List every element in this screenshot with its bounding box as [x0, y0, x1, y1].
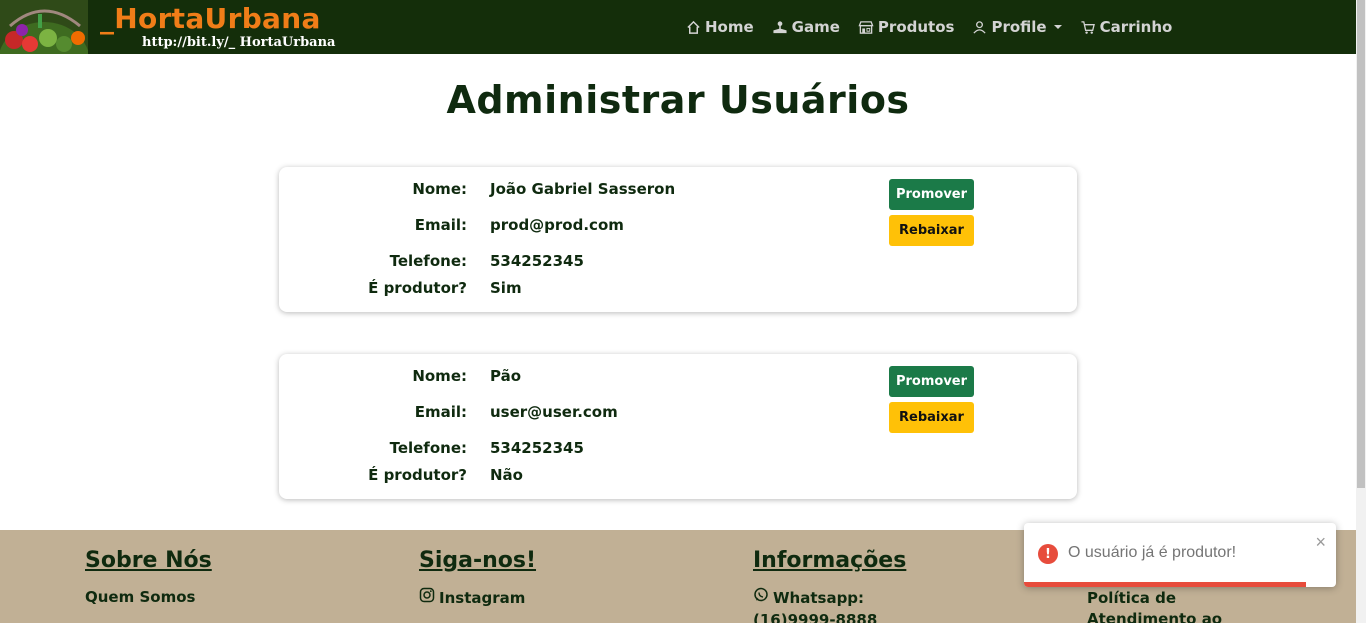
- email-row: Email: user@user.com: [279, 403, 879, 425]
- chevron-down-icon: [1053, 25, 1062, 29]
- home-icon: [686, 20, 701, 35]
- shop-icon: [858, 20, 874, 35]
- nav-item-label: Carrinho: [1099, 18, 1173, 36]
- page-title: Administrar Usuários: [446, 78, 910, 122]
- nav-item-profile[interactable]: Profile: [972, 18, 1062, 36]
- user-card: Nome: Pão Email: user@user.com Telefone:…: [279, 354, 1077, 499]
- phone-row: Telefone: 534252345: [279, 252, 879, 274]
- producer-value: Sim: [490, 279, 522, 297]
- email-label: Email:: [414, 216, 467, 234]
- email-label: Email:: [414, 403, 467, 421]
- error-icon: !: [1038, 544, 1058, 564]
- nav-item-label: Game: [791, 18, 840, 36]
- nav-item-home[interactable]: Home: [686, 18, 754, 36]
- phone-label: Telefone:: [389, 252, 467, 270]
- promote-button[interactable]: Promover: [889, 366, 974, 397]
- footer-policy-line: Política de: [1087, 589, 1177, 607]
- name-label: Nome:: [412, 180, 467, 198]
- logo-url: http://bit.ly/_ HortaUrbana: [142, 35, 336, 50]
- close-icon[interactable]: ×: [1315, 533, 1326, 551]
- producer-label: É produtor?: [368, 466, 467, 484]
- phone-label: Telefone:: [389, 439, 467, 457]
- footer-link-label: Instagram: [439, 588, 526, 607]
- footer-follow-heading: Siga-nos!: [419, 548, 537, 573]
- toast-message: O usuário já é produtor!: [1068, 544, 1237, 561]
- footer-phone: (16)9999-8888: [753, 611, 878, 623]
- instagram-icon: [419, 587, 435, 608]
- footer-about-heading: Sobre Nós: [85, 548, 212, 573]
- footer-policy-line: Atendimento ao: [1087, 610, 1223, 623]
- user-card: Nome: João Gabriel Sasseron Email: prod@…: [279, 167, 1077, 312]
- nav-item-produtos[interactable]: Produtos: [858, 18, 955, 36]
- name-value: Pão: [490, 367, 522, 385]
- logo-vegetables-image[interactable]: [0, 0, 88, 54]
- email-value: prod@prod.com: [490, 216, 624, 234]
- footer-info-column: Informações Whatsapp: (16)9999-8888: [753, 548, 906, 623]
- footer-link-whatsapp[interactable]: Whatsapp:: [753, 587, 906, 608]
- person-icon: [972, 20, 987, 35]
- nav-item-label: Profile: [991, 18, 1047, 36]
- nav-item-game[interactable]: Game: [772, 18, 840, 36]
- footer-about-column: Sobre Nós Quem Somos: [85, 548, 212, 607]
- name-value: João Gabriel Sasseron: [490, 180, 676, 198]
- footer-follow-column: Siga-nos! Instagram: [419, 548, 536, 608]
- joystick-icon: [772, 20, 788, 35]
- email-value: user@user.com: [490, 403, 618, 421]
- logo-title[interactable]: _HortaUrbana: [100, 3, 321, 35]
- footer-link-quem-somos[interactable]: Quem Somos: [85, 587, 212, 607]
- footer-link-label: Quem Somos: [85, 588, 196, 606]
- demote-button[interactable]: Rebaixar: [889, 215, 974, 246]
- nav-item-label: Produtos: [877, 18, 955, 36]
- name-row: Nome: Pão: [279, 367, 879, 389]
- producer-label: É produtor?: [368, 279, 467, 297]
- footer-link-instagram[interactable]: Instagram: [419, 587, 536, 608]
- toast-progress-bar: [1024, 582, 1306, 587]
- name-label: Nome:: [412, 367, 467, 385]
- whatsapp-icon: [753, 587, 769, 608]
- footer-info-heading: Informações: [753, 548, 907, 573]
- scrollbar-thumb[interactable]: [1357, 0, 1365, 488]
- nav-menu: Home Game Produtos Profile Carrinho: [686, 0, 1190, 54]
- nav-item-label: Home: [705, 18, 754, 36]
- page-scrollbar[interactable]: [1356, 0, 1366, 623]
- email-row: Email: prod@prod.com: [279, 216, 879, 238]
- phone-value: 534252345: [490, 252, 584, 270]
- error-toast: ! O usuário já é produtor! ×: [1024, 523, 1336, 587]
- cart-icon: [1080, 20, 1096, 35]
- phone-value: 534252345: [490, 439, 584, 457]
- producer-row: É produtor? Sim: [279, 279, 879, 301]
- nav-item-carrinho[interactable]: Carrinho: [1080, 18, 1173, 36]
- phone-row: Telefone: 534252345: [279, 439, 879, 461]
- footer-policy-link[interactable]: Política de Atendimento ao: [1087, 588, 1247, 623]
- producer-value: Não: [490, 466, 523, 484]
- name-row: Nome: João Gabriel Sasseron: [279, 180, 879, 202]
- navbar: _HortaUrbana http://bit.ly/_ HortaUrbana…: [0, 0, 1356, 54]
- promote-button[interactable]: Promover: [889, 179, 974, 210]
- producer-row: É produtor? Não: [279, 466, 879, 488]
- footer-link-label: Whatsapp:: [773, 588, 865, 607]
- demote-button[interactable]: Rebaixar: [889, 402, 974, 433]
